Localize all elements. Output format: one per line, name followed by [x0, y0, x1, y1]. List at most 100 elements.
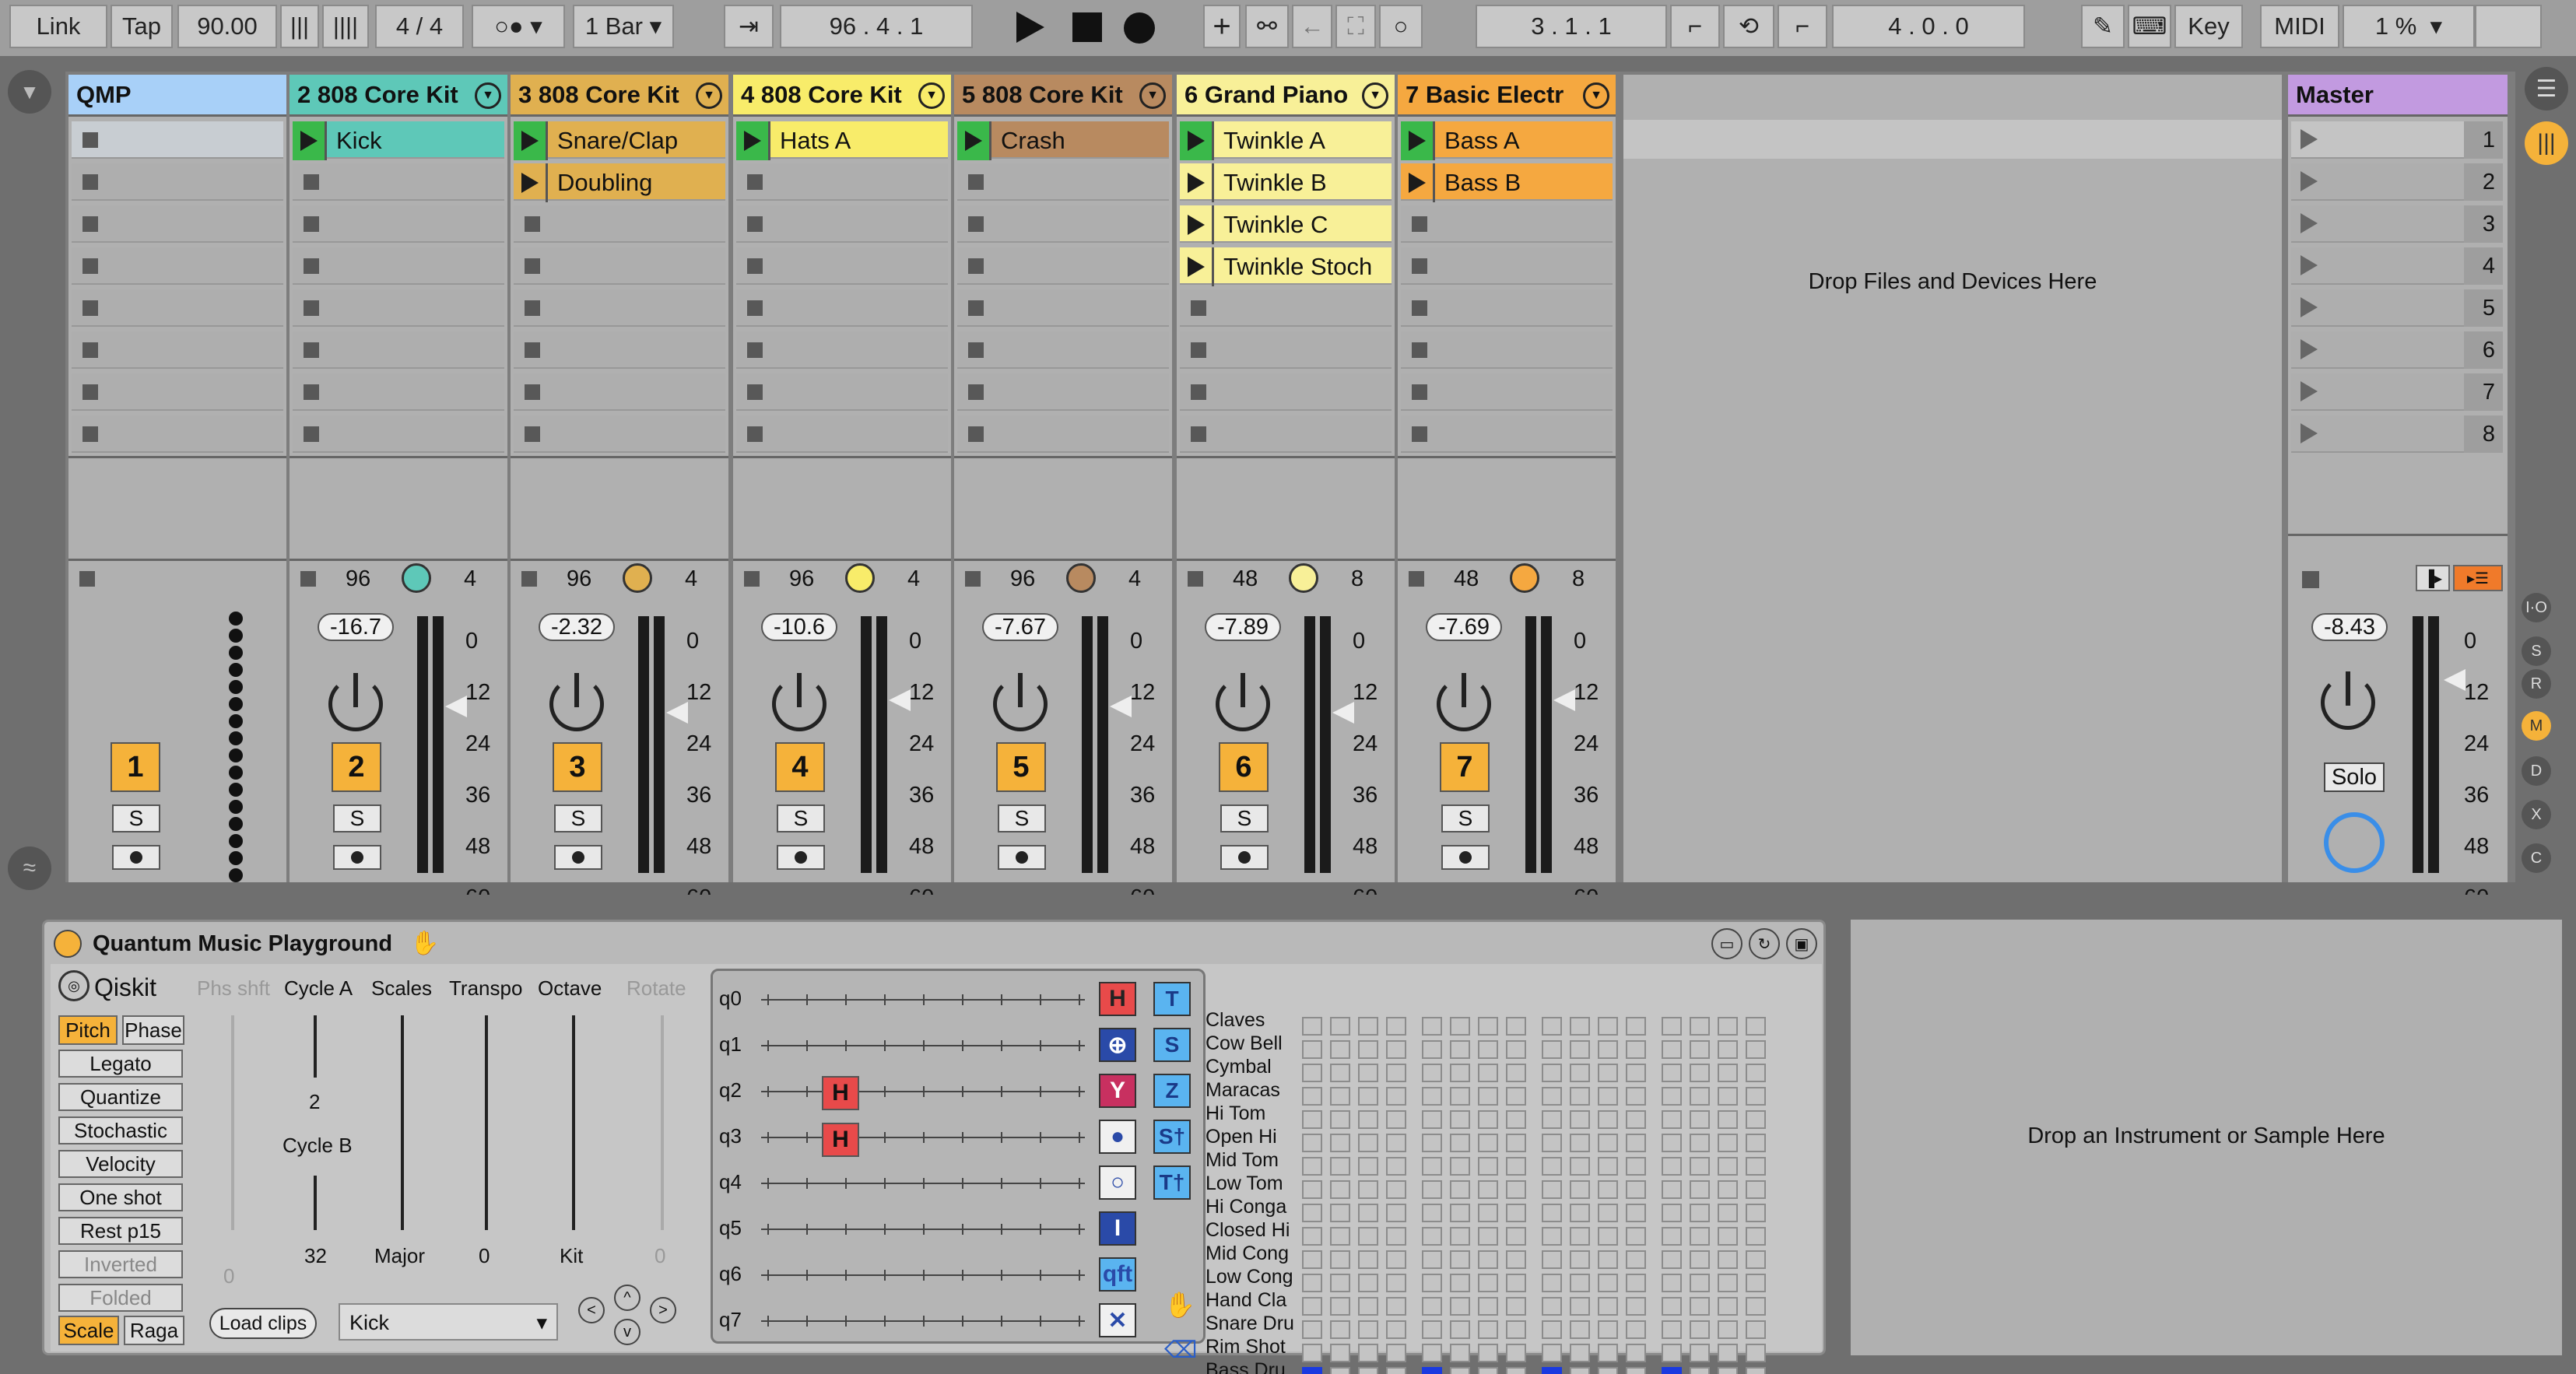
master-volume[interactable]: -8.43 [2311, 613, 2388, 641]
clip-slot[interactable] [514, 373, 725, 411]
side-toggle-button[interactable]: C [2522, 843, 2551, 873]
drum-step[interactable] [1386, 1204, 1406, 1222]
clip-slot[interactable]: Snare/Clap [514, 121, 725, 160]
solo-button[interactable]: S [333, 804, 381, 832]
clip-slot[interactable] [736, 415, 948, 453]
drum-step[interactable] [1422, 1250, 1442, 1269]
drum-step[interactable] [1358, 1344, 1378, 1362]
stop-button[interactable] [1191, 300, 1206, 316]
clip-slot[interactable] [72, 415, 283, 453]
drum-step[interactable] [1478, 1180, 1498, 1199]
track-activator[interactable]: 7 [1440, 742, 1490, 792]
stop-button[interactable] [747, 342, 763, 358]
punch-in-icon[interactable]: ⌐ [1670, 5, 1720, 48]
side-toggle-button[interactable]: R [2522, 669, 2551, 699]
drum-step[interactable] [1626, 1110, 1646, 1129]
tempo-multiplier[interactable]: 96 [1010, 566, 1035, 592]
stop-button[interactable] [525, 258, 540, 274]
drum-step[interactable] [1626, 1064, 1646, 1082]
drum-step[interactable] [1450, 1274, 1470, 1292]
play-scene-icon[interactable] [2301, 255, 2318, 275]
drum-step[interactable] [1718, 1227, 1738, 1246]
master-pan-knob[interactable] [2321, 671, 2375, 730]
play-scene-icon[interactable] [2301, 297, 2318, 317]
drum-step[interactable] [1330, 1204, 1350, 1222]
drum-step[interactable] [1626, 1320, 1646, 1339]
back-to-arrangement-icon[interactable]: ← [1292, 5, 1332, 48]
tempo-multiplier[interactable]: 96 [789, 566, 814, 592]
clip-slot[interactable] [957, 247, 1169, 285]
drum-step[interactable] [1718, 1064, 1738, 1082]
drum-step[interactable] [1746, 1110, 1766, 1129]
drum-step[interactable] [1506, 1367, 1526, 1374]
drum-step[interactable] [1718, 1367, 1738, 1374]
scales-slider[interactable] [401, 1015, 404, 1230]
tempo-multiplier[interactable]: 48 [1233, 566, 1258, 592]
stop-button[interactable] [82, 174, 98, 190]
stop-button[interactable] [1191, 426, 1206, 442]
drum-step[interactable] [1542, 1040, 1562, 1059]
gate-palette-button[interactable]: ● [1099, 1120, 1136, 1154]
drum-step[interactable] [1478, 1157, 1498, 1176]
play-scene-icon[interactable] [2301, 129, 2318, 149]
toggle-button[interactable]: Inverted [58, 1250, 183, 1278]
drum-step[interactable] [1450, 1297, 1470, 1316]
drum-step[interactable] [1478, 1227, 1498, 1246]
beats-value[interactable]: 4 [685, 566, 697, 592]
stop-button[interactable] [304, 174, 319, 190]
clip-slot[interactable]: Bass A [1401, 121, 1613, 160]
drum-step[interactable] [1478, 1320, 1498, 1339]
drum-step[interactable] [1718, 1274, 1738, 1292]
drum-step[interactable] [1598, 1344, 1618, 1362]
drum-step[interactable] [1478, 1040, 1498, 1059]
stop-button[interactable] [968, 342, 984, 358]
drum-step[interactable] [1386, 1017, 1406, 1036]
drum-step[interactable] [1422, 1227, 1442, 1246]
drum-step[interactable] [1386, 1250, 1406, 1269]
drum-step[interactable] [1542, 1064, 1562, 1082]
track-knob-icon[interactable] [402, 563, 431, 593]
drum-step[interactable] [1662, 1204, 1682, 1222]
time-signature[interactable]: 4 / 4 [375, 5, 464, 48]
track-activator[interactable]: 4 [775, 742, 825, 792]
drum-step[interactable] [1746, 1320, 1766, 1339]
clip-slot[interactable] [957, 205, 1169, 243]
drum-step[interactable] [1506, 1227, 1526, 1246]
drum-step[interactable] [1626, 1344, 1646, 1362]
record-icon[interactable] [1124, 12, 1155, 44]
drum-step[interactable] [1506, 1320, 1526, 1339]
drum-step[interactable] [1358, 1157, 1378, 1176]
drum-step[interactable] [1542, 1180, 1562, 1199]
clip[interactable]: Crash [957, 121, 1169, 160]
clip-slot[interactable] [736, 331, 948, 369]
drum-step[interactable] [1542, 1320, 1562, 1339]
stop-button[interactable] [304, 216, 319, 232]
drum-step[interactable] [1626, 1017, 1646, 1036]
stop-clips-button[interactable] [1409, 571, 1424, 587]
clip-slot[interactable] [514, 415, 725, 453]
drum-step[interactable] [1690, 1110, 1710, 1129]
stop-button[interactable] [525, 426, 540, 442]
loop-start-field[interactable]: 3 . 1 . 1 [1476, 5, 1667, 48]
toggle-button[interactable]: Rest p15 [58, 1217, 183, 1245]
loop-length-field[interactable]: 4 . 0 . 0 [1832, 5, 2025, 48]
drum-step[interactable] [1386, 1320, 1406, 1339]
drum-step[interactable] [1598, 1134, 1618, 1152]
gate-palette-button[interactable]: qft [1099, 1257, 1136, 1292]
drum-step[interactable] [1746, 1297, 1766, 1316]
drum-step[interactable] [1330, 1250, 1350, 1269]
drum-step[interactable] [1330, 1157, 1350, 1176]
drum-step[interactable] [1302, 1250, 1322, 1269]
drum-step[interactable] [1478, 1017, 1498, 1036]
drum-step[interactable] [1570, 1367, 1590, 1374]
gate-palette-button[interactable]: T† [1153, 1165, 1191, 1200]
clip-slot[interactable]: Hats A [736, 121, 948, 160]
drum-step[interactable] [1598, 1320, 1618, 1339]
drum-step[interactable] [1358, 1227, 1378, 1246]
drum-step[interactable] [1302, 1110, 1322, 1129]
tempo-multiplier[interactable]: 96 [567, 566, 591, 592]
stop-button[interactable] [1412, 258, 1427, 274]
track-activator[interactable]: 6 [1219, 742, 1269, 792]
side-toggle-button[interactable]: S [2522, 636, 2551, 666]
gate-palette-button[interactable]: ○ [1099, 1165, 1136, 1200]
